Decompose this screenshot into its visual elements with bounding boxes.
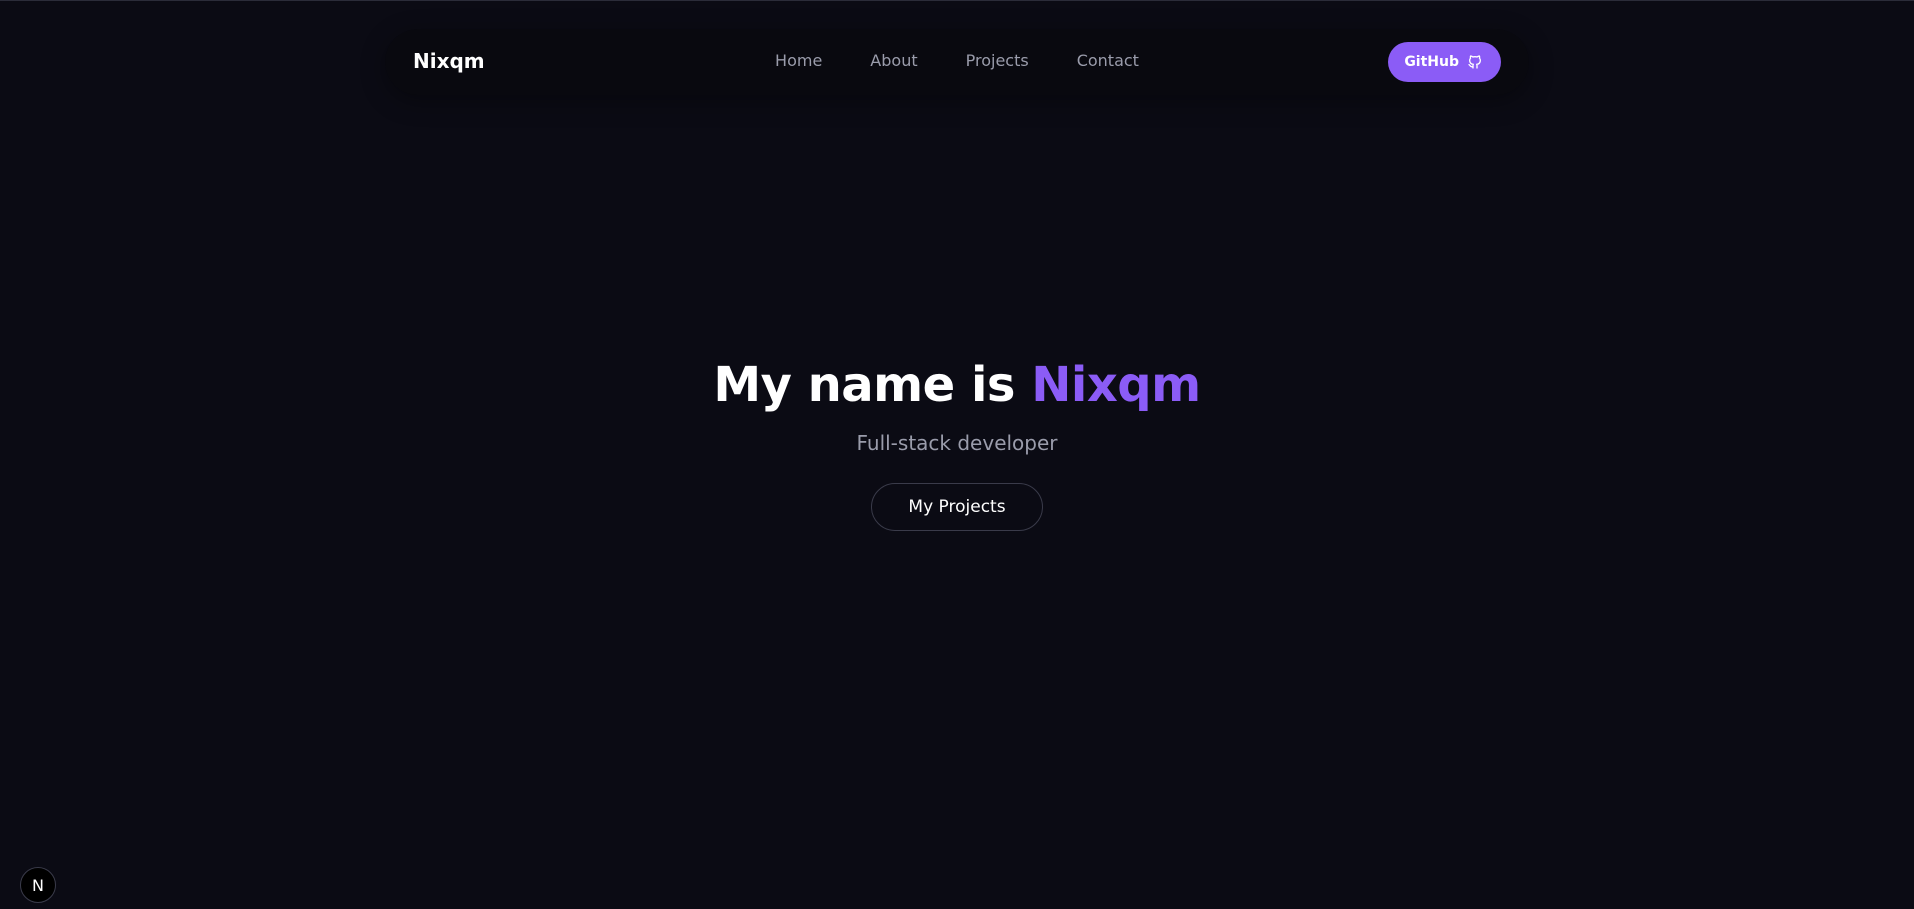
nav-link-home[interactable]: Home <box>775 51 822 70</box>
hero-subtitle: Full-stack developer <box>856 431 1058 455</box>
nav-item-home: Home <box>775 51 822 71</box>
nav-item-contact: Contact <box>1077 51 1139 71</box>
nav-link-contact[interactable]: Contact <box>1077 51 1139 70</box>
nav-link-projects[interactable]: Projects <box>966 51 1029 70</box>
github-button[interactable]: GitHub <box>1388 42 1501 82</box>
nav-links: Home About Projects Contact <box>385 51 1529 71</box>
nextjs-dev-badge[interactable]: N <box>20 867 56 903</box>
nav-item-projects: Projects <box>966 51 1029 71</box>
github-button-label: GitHub <box>1404 54 1459 70</box>
hero-title-prefix: My name is <box>713 357 1015 413</box>
nav-item-about: About <box>870 51 917 71</box>
nav-link-about[interactable]: About <box>870 51 917 70</box>
page: Nixqm Home About Projects Contact GitHub <box>0 0 1914 909</box>
my-projects-button[interactable]: My Projects <box>871 483 1043 531</box>
hero-title-name: Nixqm <box>1031 357 1201 413</box>
hero-section: My name is Nixqm Full-stack developer My… <box>0 353 1914 531</box>
github-icon <box>1467 54 1483 70</box>
hero-title: My name is Nixqm <box>0 353 1914 417</box>
nextjs-icon: N <box>32 875 44 895</box>
navbar: Nixqm Home About Projects Contact GitHub <box>385 29 1529 95</box>
